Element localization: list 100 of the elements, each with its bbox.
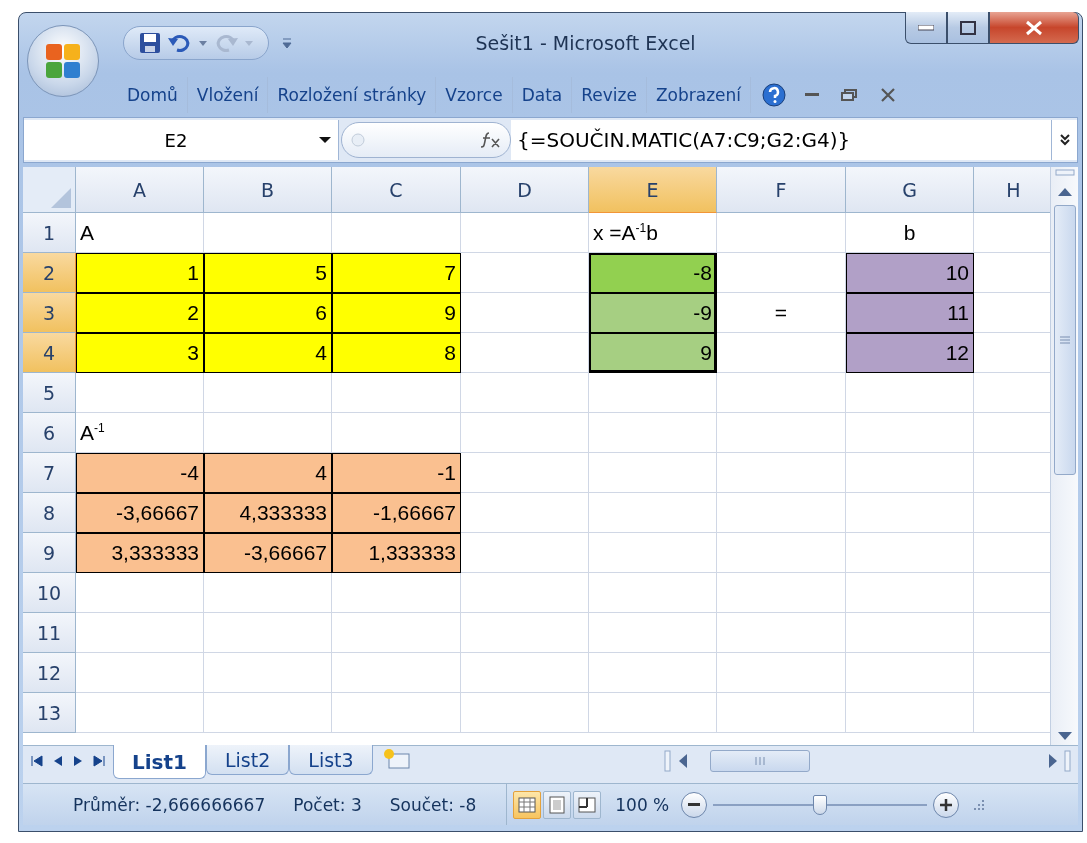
sheet-cell[interactable]: 4,333333 xyxy=(204,493,332,533)
help-icon[interactable] xyxy=(761,82,788,108)
sheet-cell[interactable]: -1 xyxy=(332,453,461,493)
status-text: Součet: -8 xyxy=(389,794,477,815)
minimize-icon[interactable] xyxy=(805,93,820,97)
ribbon-tab[interactable]: Vložení xyxy=(187,77,269,113)
dropdown-icon[interactable] xyxy=(318,136,332,144)
row-header[interactable]: 8 xyxy=(23,493,76,533)
sheet-cell[interactable]: 2 xyxy=(76,293,204,333)
first-sheet-icon[interactable] xyxy=(31,755,43,767)
grip-icon xyxy=(754,756,766,766)
ribbon-tab[interactable]: Zobrazení xyxy=(646,77,752,113)
sheet-cell[interactable]: 8 xyxy=(332,333,461,373)
close-icon xyxy=(1025,19,1043,36)
sheet-cell[interactable]: 7 xyxy=(332,253,461,293)
view-button[interactable] xyxy=(573,790,602,819)
previous-sheet-icon[interactable] xyxy=(53,755,63,767)
sheet-cell[interactable]: 9 xyxy=(332,293,461,333)
row-header[interactable]: 5 xyxy=(23,373,76,413)
sheet-tab[interactable]: List2 xyxy=(206,745,290,775)
row-header[interactable]: 13 xyxy=(23,693,76,733)
zoom-in-button[interactable] xyxy=(933,791,960,818)
row-header[interactable]: 1 xyxy=(23,213,76,253)
sheet-cell[interactable]: 9 xyxy=(589,333,717,373)
sheet-cell[interactable]: -4 xyxy=(76,453,204,493)
expand-button[interactable] xyxy=(1051,120,1077,160)
empty-cell[interactable] xyxy=(717,213,846,253)
vertical-scrollbar[interactable] xyxy=(1050,167,1078,745)
up-arrow-icon xyxy=(1056,187,1073,197)
ribbon-tab[interactable]: Rozložení stránky xyxy=(268,77,437,113)
row-header[interactable]: 2 xyxy=(23,253,76,293)
row-header[interactable]: 3 xyxy=(23,293,76,333)
caret-icon xyxy=(244,39,254,47)
sheet-cell[interactable]: 1,333333 xyxy=(332,533,461,573)
sheet-tab[interactable]: List1 xyxy=(113,745,206,779)
minus-icon xyxy=(688,802,701,807)
down-arrow-icon xyxy=(1056,731,1073,741)
undo-icon[interactable] xyxy=(168,32,192,54)
close-icon[interactable] xyxy=(881,88,896,102)
column-header[interactable]: D xyxy=(461,167,589,213)
sheet-cell[interactable]: 4 xyxy=(204,453,332,493)
close-button[interactable] xyxy=(989,12,1079,44)
minimize-button[interactable] xyxy=(905,12,947,44)
sheet-cell[interactable]: -9 xyxy=(589,293,717,333)
save-icon[interactable] xyxy=(138,31,162,55)
page-icon xyxy=(549,795,566,814)
column-header[interactable]: B xyxy=(204,167,332,213)
ribbon-tab[interactable]: Domů xyxy=(118,77,188,113)
sheet-cell[interactable]: 6 xyxy=(204,293,332,333)
column-header[interactable]: A xyxy=(76,167,204,213)
fx-icon[interactable] xyxy=(480,131,502,149)
status-text: Průměr: -2,666666667 xyxy=(73,794,266,815)
cancel-icon[interactable] xyxy=(350,132,366,148)
customize-icon[interactable] xyxy=(281,36,293,50)
window-title: Sešit1 - Microsoft Excel xyxy=(474,32,697,54)
split-handle-icon xyxy=(664,750,672,772)
ribbon-tab[interactable]: Data xyxy=(512,77,573,113)
sheet-cell[interactable]: 11 xyxy=(846,293,974,333)
last-sheet-icon[interactable] xyxy=(93,755,105,767)
ribbon-tab[interactable]: Revize xyxy=(572,77,647,113)
sheet-cell[interactable]: 1 xyxy=(76,253,204,293)
select-all-button[interactable] xyxy=(23,167,76,213)
sheet-cell[interactable]: -3,66667 xyxy=(76,493,204,533)
sheet-cell[interactable]: -8 xyxy=(589,253,717,293)
name-box[interactable]: E2 xyxy=(24,120,339,160)
maximize-button[interactable] xyxy=(947,12,989,44)
column-header[interactable]: E xyxy=(589,167,717,213)
row-header[interactable]: 9 xyxy=(23,533,76,573)
sheet-cell[interactable]: 12 xyxy=(846,333,974,373)
sheet-cell[interactable]: -1,66667 xyxy=(332,493,461,533)
column-header[interactable]: H xyxy=(974,167,1050,213)
row-header[interactable]: 11 xyxy=(23,613,76,653)
plus-icon xyxy=(940,798,953,811)
zoom-level[interactable]: 100 % xyxy=(615,794,670,815)
split-handle-icon xyxy=(1054,169,1075,177)
ribbon-tab[interactable]: Vzorce xyxy=(436,77,513,113)
column-header[interactable]: C xyxy=(332,167,461,213)
row-header[interactable]: 7 xyxy=(23,453,76,493)
sheet-tab[interactable]: List3 xyxy=(289,745,373,775)
row-header[interactable]: 12 xyxy=(23,653,76,693)
formula-field[interactable]: {=SOUČIN.MATIC(A7:C9;G2:G4)} xyxy=(511,120,1051,160)
column-header[interactable]: F xyxy=(717,167,846,213)
sheet-cell[interactable]: 10 xyxy=(846,253,974,293)
resize-grip-icon xyxy=(971,797,986,812)
column-header[interactable]: G xyxy=(846,167,974,213)
row-header[interactable]: 6 xyxy=(23,413,76,453)
row-header[interactable]: 4 xyxy=(23,333,76,373)
restore-icon[interactable] xyxy=(841,89,858,101)
slider-thumb[interactable] xyxy=(813,794,828,815)
right-arrow-icon xyxy=(1048,753,1058,769)
caret-icon[interactable] xyxy=(198,39,208,47)
sheet-cell[interactable]: -3,66667 xyxy=(204,533,332,573)
triangle-icon xyxy=(51,188,71,208)
next-sheet-icon[interactable] xyxy=(73,755,83,767)
sheet-cell[interactable]: 4 xyxy=(204,333,332,373)
sheet-cell[interactable]: 3 xyxy=(76,333,204,373)
sheet-cell[interactable]: 3,333333 xyxy=(76,533,204,573)
sheet-cell[interactable]: 5 xyxy=(204,253,332,293)
zoom-out-button[interactable] xyxy=(681,791,708,818)
row-header[interactable]: 10 xyxy=(23,573,76,613)
